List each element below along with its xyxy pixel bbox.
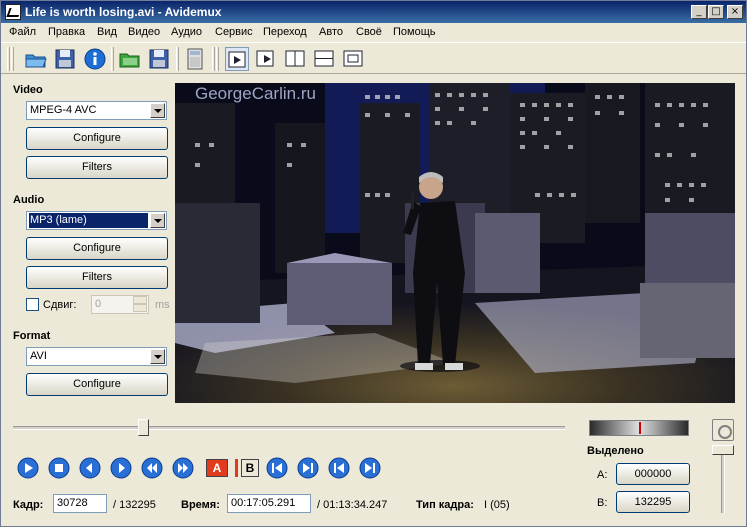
selection-a-label: A: <box>597 469 608 481</box>
next-frame-icon[interactable] <box>110 457 132 479</box>
time-label: Время: <box>181 499 220 511</box>
go-to-marker-a-icon[interactable] <box>266 457 288 479</box>
toolbar <box>1 42 746 74</box>
video-configure-button[interactable]: Configure <box>26 127 168 150</box>
go-to-start-icon[interactable] <box>328 457 350 479</box>
next-keyframe-icon[interactable] <box>172 457 194 479</box>
spin-up-icon[interactable] <box>133 296 147 304</box>
video-filters-button[interactable]: Filters <box>26 156 168 179</box>
maximize-button[interactable]: □ <box>708 5 724 19</box>
frame-input[interactable]: 30728 <box>53 494 107 513</box>
close-button[interactable]: × <box>727 5 743 19</box>
video-preview[interactable]: GeorgeCarlin.ru <box>175 83 735 403</box>
audio-codec-select[interactable]: MP3 (lame) <box>26 211 167 230</box>
open-folder-icon[interactable] <box>24 47 48 71</box>
shift-checkbox[interactable] <box>26 298 39 311</box>
save-icon[interactable] <box>53 47 77 71</box>
video-frame: GeorgeCarlin.ru <box>175 83 735 403</box>
info-icon[interactable] <box>83 47 107 71</box>
video-section-label: Video <box>13 84 43 96</box>
chevron-down-icon[interactable] <box>150 213 165 228</box>
watermark-text: GeorgeCarlin.ru <box>195 84 316 103</box>
timeline-thumb[interactable] <box>138 419 149 436</box>
toolbar-separator <box>216 47 219 71</box>
toolbar-grip[interactable] <box>11 47 14 71</box>
output-view-icon[interactable] <box>254 47 278 71</box>
menu-auto[interactable]: Авто <box>319 26 343 38</box>
input-view-icon[interactable] <box>225 47 249 71</box>
top-bottom-view-icon[interactable] <box>312 47 336 71</box>
minimize-button[interactable]: _ <box>691 5 707 19</box>
audio-filters-button[interactable]: Filters <box>26 266 168 289</box>
calculator-icon[interactable] <box>183 47 207 71</box>
play-icon[interactable] <box>17 457 39 479</box>
video-codec-value: MPEG-4 AVC <box>30 104 97 116</box>
audio-section-label: Audio <box>13 194 45 206</box>
menu-custom[interactable]: Своё <box>356 26 382 38</box>
separate-view-icon[interactable] <box>341 47 365 71</box>
previous-keyframe-icon[interactable] <box>141 457 163 479</box>
menu-tools[interactable]: Сервис <box>215 26 253 38</box>
go-to-marker-b-icon[interactable] <box>297 457 319 479</box>
shift-value: 0 <box>95 298 102 310</box>
format-section-label: Format <box>13 330 51 342</box>
selection-b-button[interactable]: 132295 <box>616 491 690 513</box>
title-bar[interactable]: Life is worth losing.avi - Avidemux _ □ … <box>1 1 746 23</box>
app-window: Life is worth losing.avi - Avidemux _ □ … <box>0 0 747 527</box>
menu-bar: Файл Правка Вид Видео Аудио Сервис Перех… <box>1 23 746 42</box>
frame-label: Кадр: <box>13 499 44 511</box>
frame-total: / 132295 <box>113 499 156 511</box>
save-video-icon[interactable] <box>147 47 171 71</box>
toolbar-separator <box>212 47 215 71</box>
selection-b-label: B: <box>597 497 608 509</box>
side-by-side-view-icon[interactable] <box>283 47 307 71</box>
menu-video[interactable]: Видео <box>128 26 160 38</box>
chevron-down-icon[interactable] <box>150 103 165 118</box>
time-input[interactable]: 00:17:05.291 <box>227 494 311 513</box>
audio-codec-value: MP3 (lame) <box>29 213 148 228</box>
toolbar-grip[interactable] <box>7 47 10 71</box>
time-total: / 01:13:34.247 <box>317 499 388 511</box>
menu-audio[interactable]: Аудио <box>171 26 202 38</box>
format-value: AVI <box>30 350 47 362</box>
window-title: Life is worth losing.avi - Avidemux <box>25 5 222 19</box>
menu-view[interactable]: Вид <box>97 26 117 38</box>
toolbar-separator <box>111 47 114 71</box>
timeline-track[interactable] <box>13 426 565 430</box>
go-to-end-icon[interactable] <box>359 457 381 479</box>
app-icon[interactable] <box>5 4 21 20</box>
shift-unit-label: ms <box>155 299 170 311</box>
format-configure-button[interactable]: Configure <box>26 373 168 396</box>
volume-meter <box>589 420 689 436</box>
spin-down-icon[interactable] <box>133 304 147 312</box>
frame-type-value: I (05) <box>484 499 510 511</box>
meter-level-tick <box>639 422 641 434</box>
frame-type-label: Тип кадра: <box>416 499 474 511</box>
open-video-icon[interactable] <box>118 47 142 71</box>
audio-configure-button[interactable]: Configure <box>26 237 168 260</box>
chevron-down-icon[interactable] <box>150 349 165 364</box>
set-marker-a-button[interactable]: A <box>206 459 228 477</box>
marker-divider <box>235 459 238 477</box>
speaker-icon[interactable] <box>712 419 734 441</box>
shift-spinbox[interactable]: 0 <box>91 295 149 314</box>
format-select[interactable]: AVI <box>26 347 167 366</box>
set-marker-b-button[interactable]: B <box>241 459 259 477</box>
volume-thumb[interactable] <box>712 445 734 455</box>
menu-file[interactable]: Файл <box>9 26 36 38</box>
toolbar-separator <box>176 47 179 71</box>
menu-help[interactable]: Помощь <box>393 26 436 38</box>
volume-track[interactable] <box>721 447 725 513</box>
stop-icon[interactable] <box>48 457 70 479</box>
shift-label: Сдвиг: <box>43 299 77 311</box>
video-codec-select[interactable]: MPEG-4 AVC <box>26 101 167 120</box>
selection-a-button[interactable]: 000000 <box>616 463 690 485</box>
previous-frame-icon[interactable] <box>79 457 101 479</box>
menu-go[interactable]: Переход <box>263 26 307 38</box>
selection-title: Выделено <box>587 445 644 457</box>
menu-edit[interactable]: Правка <box>48 26 85 38</box>
